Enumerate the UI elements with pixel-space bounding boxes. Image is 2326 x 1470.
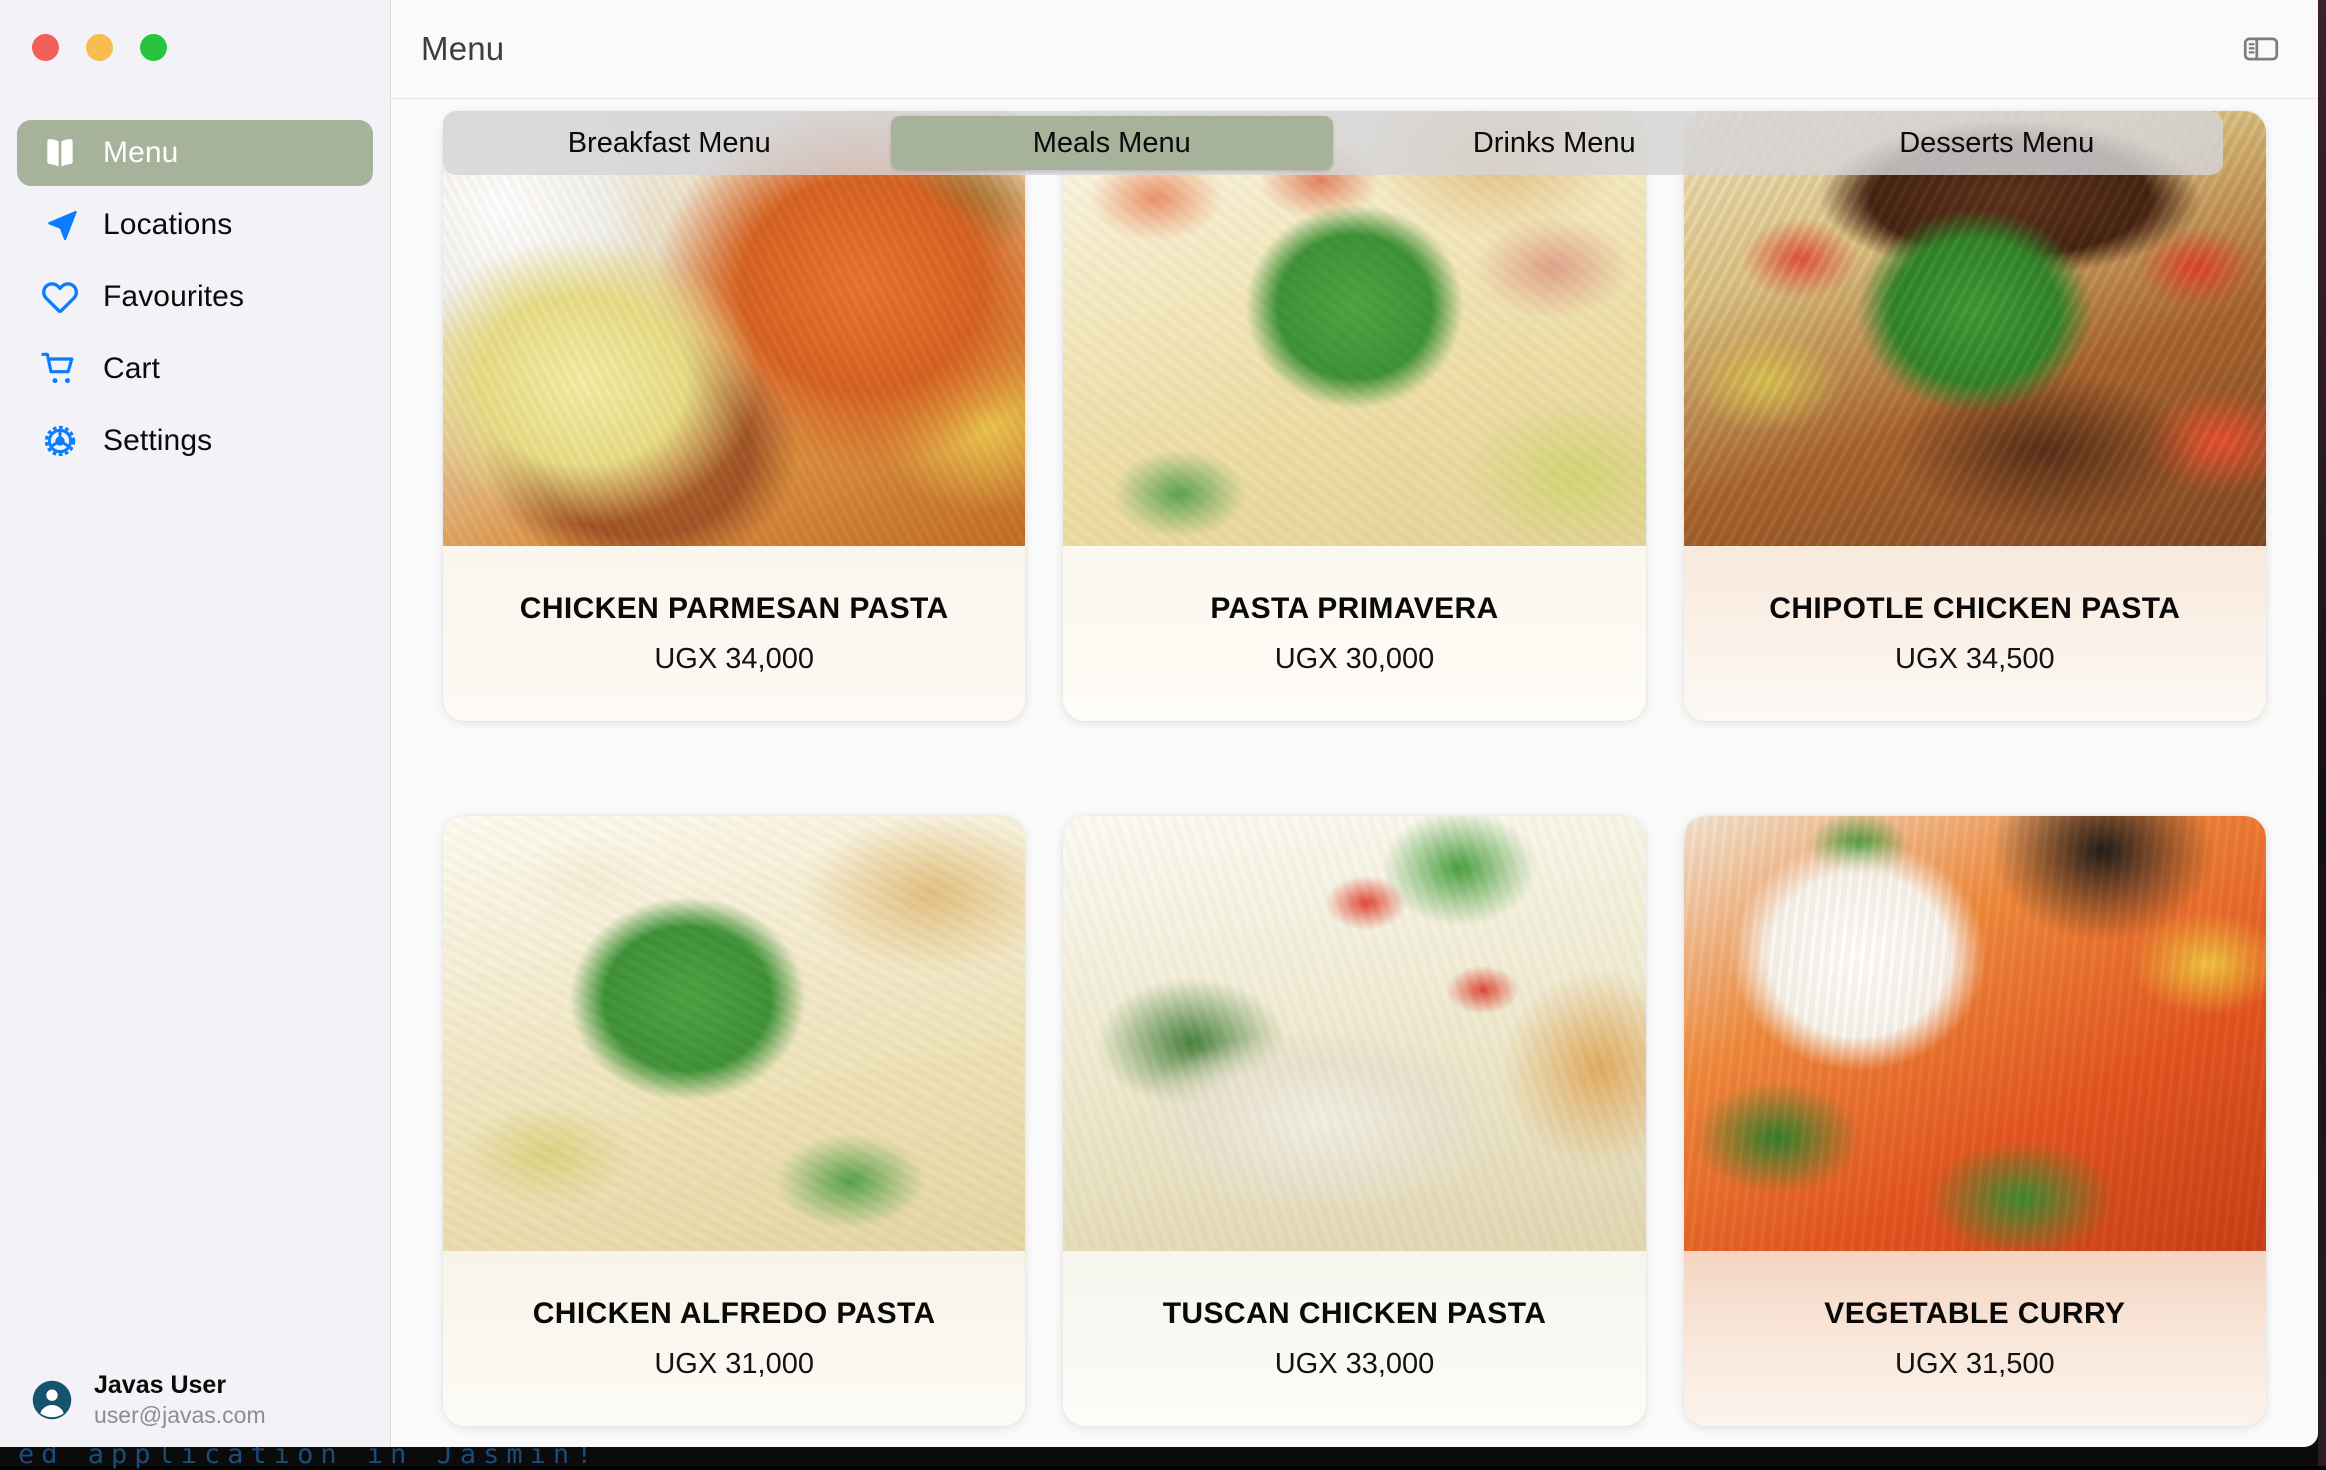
menu-item-caption: CHICKEN ALFREDO PASTA UGX 31,000 xyxy=(443,1251,1025,1426)
menu-item-caption: TUSCAN CHICKEN PASTA UGX 33,000 xyxy=(1063,1251,1645,1426)
background-right-strip xyxy=(2318,0,2326,1466)
sidebar-item-label: Favourites xyxy=(103,280,244,314)
heart-icon xyxy=(39,276,81,318)
sidebar-nav: Menu Locations Favourites xyxy=(17,120,373,480)
menu-item-title: TUSCAN CHICKEN PASTA xyxy=(1163,1297,1547,1331)
sidebar-item-cart[interactable]: Cart xyxy=(17,336,373,402)
sidebar-item-label: Menu xyxy=(103,136,178,170)
sidebar-item-favourites[interactable]: Favourites xyxy=(17,264,373,330)
book-icon xyxy=(39,132,81,174)
menu-item-title: CHIPOTLE CHICKEN PASTA xyxy=(1769,592,2180,626)
menu-item-title: CHICKEN ALFREDO PASTA xyxy=(533,1297,936,1331)
user-name: Javas User xyxy=(94,1370,266,1401)
tab-desserts-menu[interactable]: Desserts Menu xyxy=(1776,116,2219,170)
menu-item-title: VEGETABLE CURRY xyxy=(1824,1297,2125,1331)
menu-item-card[interactable]: PASTA PRIMAVERA UGX 30,000 xyxy=(1063,111,1645,721)
chicken-parmesan-pasta-photo xyxy=(443,111,1025,546)
zoom-window-button[interactable] xyxy=(140,34,167,61)
menu-item-price: UGX 30,000 xyxy=(1275,643,1435,676)
minimize-window-button[interactable] xyxy=(86,34,113,61)
sidebar-item-label: Cart xyxy=(103,352,160,386)
vegetable-curry-photo xyxy=(1684,816,2266,1251)
menu-item-caption: PASTA PRIMAVERA UGX 30,000 xyxy=(1063,546,1645,721)
user-email: user@javas.com xyxy=(94,1401,266,1429)
main-content: Menu Breakfast Menu Meals Menu Drinks Me… xyxy=(391,0,2318,1447)
sidebar-item-label: Settings xyxy=(103,424,212,458)
gear-icon xyxy=(39,420,81,462)
menu-category-tabs: Breakfast Menu Meals Menu Drinks Menu De… xyxy=(443,111,2223,175)
menu-item-card[interactable]: CHIPOTLE CHICKEN PASTA UGX 34,500 xyxy=(1684,111,2266,721)
menu-item-card[interactable]: CHICKEN ALFREDO PASTA UGX 31,000 xyxy=(443,816,1025,1426)
menu-item-card[interactable]: CHICKEN PARMESAN PASTA UGX 34,000 xyxy=(443,111,1025,721)
tab-breakfast-menu[interactable]: Breakfast Menu xyxy=(448,116,891,170)
cart-icon xyxy=(39,348,81,390)
menu-scroll-area[interactable]: Breakfast Menu Meals Menu Drinks Menu De… xyxy=(391,99,2318,1447)
person-circle-icon xyxy=(30,1378,74,1422)
app-window: Menu Locations Favourites xyxy=(0,0,2318,1447)
menu-item-caption: VEGETABLE CURRY UGX 31,500 xyxy=(1684,1251,2266,1426)
traffic-lights xyxy=(32,34,167,61)
sidebar: Menu Locations Favourites xyxy=(0,0,391,1447)
chicken-alfredo-pasta-photo xyxy=(443,816,1025,1251)
tab-drinks-menu[interactable]: Drinks Menu xyxy=(1333,116,1776,170)
menu-item-card[interactable]: TUSCAN CHICKEN PASTA UGX 33,000 xyxy=(1063,816,1645,1426)
menu-item-price: UGX 34,000 xyxy=(654,643,814,676)
menu-item-title: CHICKEN PARMESAN PASTA xyxy=(520,592,949,626)
sidebar-item-menu[interactable]: Menu xyxy=(17,120,373,186)
close-window-button[interactable] xyxy=(32,34,59,61)
menu-item-title: PASTA PRIMAVERA xyxy=(1210,592,1498,626)
menu-item-price: UGX 31,500 xyxy=(1895,1348,2055,1381)
menu-item-grid: CHICKEN PARMESAN PASTA UGX 34,000 PASTA … xyxy=(443,99,2266,1426)
tab-meals-menu[interactable]: Meals Menu xyxy=(891,116,1334,170)
chipotle-chicken-pasta-photo xyxy=(1684,111,2266,546)
menu-item-caption: CHIPOTLE CHICKEN PASTA UGX 34,500 xyxy=(1684,546,2266,721)
user-profile[interactable]: Javas User user@javas.com xyxy=(0,1370,390,1429)
page-title: Menu xyxy=(421,30,504,68)
menu-item-price: UGX 34,500 xyxy=(1895,643,2055,676)
menu-item-price: UGX 33,000 xyxy=(1275,1348,1435,1381)
menu-item-caption: CHICKEN PARMESAN PASTA UGX 34,000 xyxy=(443,546,1025,721)
menu-item-price: UGX 31,000 xyxy=(654,1348,814,1381)
pasta-primavera-photo xyxy=(1063,111,1645,546)
tuscan-chicken-pasta-photo xyxy=(1063,816,1645,1251)
sidebar-item-locations[interactable]: Locations xyxy=(17,192,373,258)
user-meta: Javas User user@javas.com xyxy=(94,1370,266,1429)
top-bar: Menu xyxy=(391,0,2318,99)
sidebar-toggle-icon[interactable] xyxy=(2240,28,2282,70)
navigation-icon xyxy=(39,204,81,246)
sidebar-item-settings[interactable]: Settings xyxy=(17,408,373,474)
sidebar-item-label: Locations xyxy=(103,208,232,242)
menu-item-card[interactable]: VEGETABLE CURRY UGX 31,500 xyxy=(1684,816,2266,1426)
